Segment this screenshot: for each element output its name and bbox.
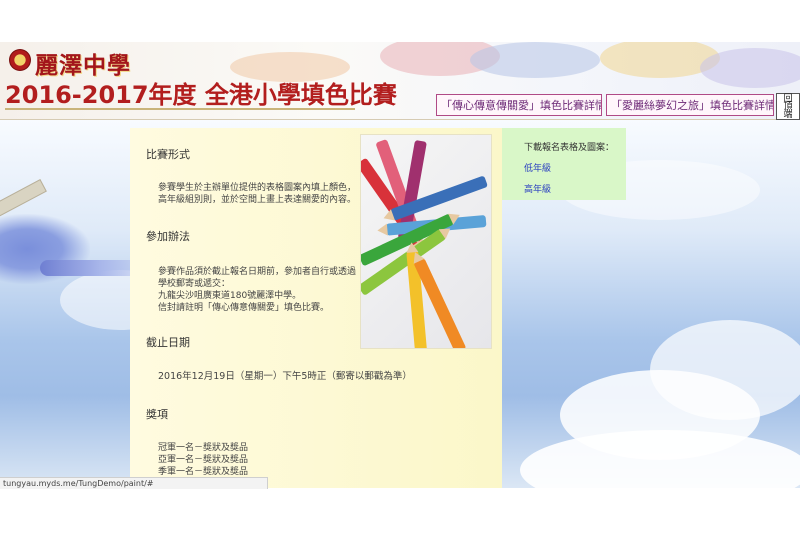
bottom-blank-area <box>0 489 800 533</box>
section-text-line: 九龍尖沙咀廣東道180號麗澤中學。 <box>158 291 302 301</box>
back-to-top-button[interactable]: 回頂端 <box>776 93 800 120</box>
scribble-decoration <box>470 42 600 78</box>
back-to-top-label: 回頂端 <box>783 94 793 120</box>
contest-details-link-2[interactable]: 「愛麗絲夢幻之旅」填色比賽詳情 <box>606 94 774 116</box>
section-heading-method: 參加辦法 <box>146 230 190 243</box>
section-text-line: 冠軍一名－獎狀及獎品 <box>158 443 249 453</box>
colored-pencils-image <box>360 134 492 349</box>
status-bar-url: tungyau.myds.me/TungDemo/paint/# <box>0 477 268 489</box>
section-heading-format: 比賽形式 <box>146 148 190 161</box>
section-text-line: 參賽作品須於截止報名日期前，參加者自行或透過 <box>158 267 357 277</box>
main-content-panel: 比賽形式 參賽學生於主辦單位提供的表格圖案內填上顏色， 高年級組別則，並於空間上… <box>130 128 502 488</box>
scribble-decoration <box>700 48 800 88</box>
section-text-line: 信封請註明「傳心傳意傳關愛」填色比賽。 <box>158 303 330 313</box>
section-text-line: 高年級組別則，並於空間上畫上表達關愛的內容。 <box>158 195 357 205</box>
title-underline <box>5 108 355 110</box>
download-upper-grade-link[interactable]: 高年級 <box>524 182 551 195</box>
download-heading: 下載報名表格及圖案： <box>524 143 615 153</box>
page-title: 2016-2017年度 全港小學填色比賽 <box>5 81 397 109</box>
section-heading-deadline: 截止日期 <box>146 336 190 349</box>
download-sidebar: 下載報名表格及圖案： 低年級 高年級 <box>502 128 626 200</box>
section-text-line: 2016年12月19日（星期一）下午5時正（郵寄以郵戳為準） <box>158 371 412 382</box>
contest-details-link-1[interactable]: 「傳心傳意傳關愛」填色比賽詳情 <box>436 94 602 116</box>
section-text-line: 亞軍一名－獎狀及獎品 <box>158 455 249 465</box>
download-lower-grade-link[interactable]: 低年級 <box>524 161 551 174</box>
school-crest-icon <box>9 49 31 71</box>
cloud-decoration <box>520 430 800 488</box>
section-text-line: 參賽學生於主辦單位提供的表格圖案內填上顏色， <box>158 183 357 193</box>
section-heading-awards: 獎項 <box>146 408 168 421</box>
section-text-line: 學校郵寄或遞交： <box>158 279 231 289</box>
cloud-decoration <box>650 320 800 420</box>
top-blank-area <box>0 0 800 42</box>
